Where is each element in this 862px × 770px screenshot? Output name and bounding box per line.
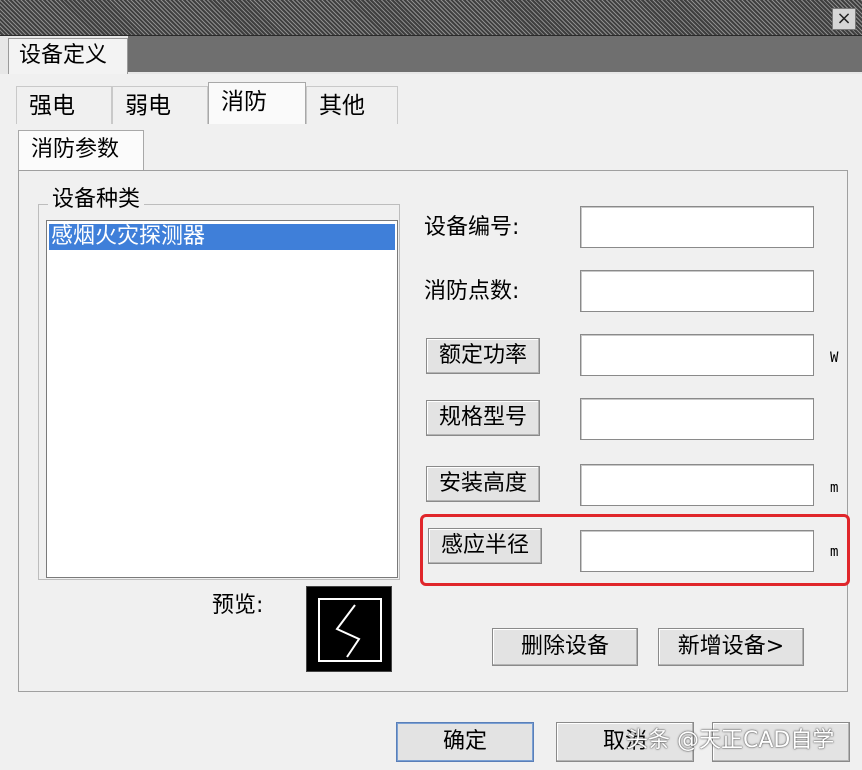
preview-symbol-icon [306, 586, 392, 672]
spec-model-button[interactable]: 规格型号 [426, 400, 540, 436]
rated-power-unit: W [830, 350, 839, 366]
rated-power-field[interactable] [580, 334, 814, 376]
watermark: 头条 @天正CAD自学 [626, 728, 835, 753]
spec-model-field[interactable] [580, 398, 814, 440]
fire-points-field[interactable] [580, 270, 814, 312]
preview-label: 预览: [212, 593, 264, 618]
install-height-button[interactable]: 安装高度 [426, 466, 540, 502]
install-height-field[interactable] [580, 464, 814, 506]
close-icon[interactable]: × [832, 8, 856, 30]
tab-fire-parameters[interactable]: 消防参数 [18, 130, 144, 170]
tab-strip-background [128, 36, 862, 72]
top-tab-strip [0, 36, 862, 74]
tab-device-definition[interactable]: 设备定义 [8, 38, 128, 74]
tab-strong-current[interactable]: 强电 [16, 86, 112, 124]
ok-button[interactable]: 确定 [396, 722, 534, 762]
delete-device-button[interactable]: 删除设备 [492, 628, 638, 666]
list-item[interactable]: 感烟火灾探测器 [49, 224, 395, 250]
add-device-button[interactable]: 新增设备> [658, 628, 804, 666]
title-bar: × [0, 0, 862, 36]
tab-fire-protection[interactable]: 消防 [208, 82, 306, 124]
tab-other[interactable]: 其他 [306, 86, 398, 124]
sensing-radius-highlight [420, 514, 850, 586]
tab-weak-current[interactable]: 弱电 [112, 86, 208, 124]
device-type-group-title: 设备种类 [48, 186, 145, 214]
device-number-field[interactable] [580, 206, 814, 248]
install-height-unit: m [830, 480, 839, 496]
device-type-list[interactable]: 感烟火灾探测器 [46, 220, 398, 578]
rated-power-button[interactable]: 额定功率 [426, 338, 540, 374]
fire-points-label: 消防点数: [424, 279, 520, 304]
device-number-label: 设备编号: [424, 215, 520, 240]
